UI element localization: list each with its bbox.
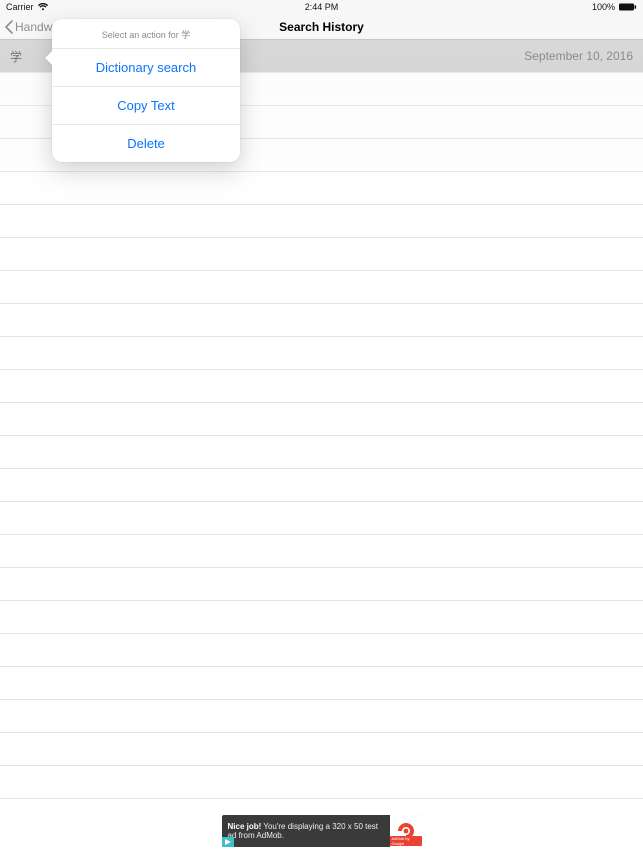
popover-title: Select an action for 学 <box>52 19 240 49</box>
list-item-empty <box>0 667 643 700</box>
adchoices-icon[interactable] <box>222 837 234 847</box>
list-item-empty <box>0 502 643 535</box>
carrier-label: Carrier <box>6 2 34 12</box>
status-bar: Carrier 2:44 PM 100% <box>0 0 643 14</box>
status-bar-left: Carrier <box>6 2 48 12</box>
list-item-empty <box>0 568 643 601</box>
list-item-empty <box>0 469 643 502</box>
list-item-empty <box>0 634 643 667</box>
ad-banner[interactable]: Nice job! You're displaying a 320 x 50 t… <box>222 815 422 847</box>
popover-item-delete[interactable]: Delete <box>52 125 240 162</box>
back-button[interactable]: Handw <box>0 20 52 34</box>
back-label: Handw <box>15 20 52 34</box>
list-item-empty <box>0 403 643 436</box>
battery-pct: 100% <box>592 2 615 12</box>
popover-title-prefix: Select an action for <box>102 30 182 40</box>
list-item-empty <box>0 271 643 304</box>
list-item-empty <box>0 370 643 403</box>
popover-title-char: 学 <box>181 30 190 40</box>
page-title: Search History <box>279 20 364 34</box>
popover-item-dictionary-search[interactable]: Dictionary search <box>52 49 240 87</box>
list-item-empty <box>0 304 643 337</box>
list-item-date: September 10, 2016 <box>524 49 633 63</box>
list-item-empty <box>0 172 643 205</box>
list-item-empty <box>0 205 643 238</box>
list-item-empty <box>0 601 643 634</box>
ad-text: Nice job! You're displaying a 320 x 50 t… <box>222 822 390 840</box>
list-item-empty <box>0 733 643 766</box>
list-item-empty <box>0 238 643 271</box>
chevron-left-icon <box>4 20 13 34</box>
status-bar-right: 100% <box>592 2 637 12</box>
list-item-char: 学 <box>10 48 22 65</box>
list-item-empty <box>0 436 643 469</box>
ad-bold: Nice job! <box>228 822 262 831</box>
list-item-empty <box>0 700 643 733</box>
status-bar-time: 2:44 PM <box>305 2 339 12</box>
wifi-icon <box>38 3 48 11</box>
admob-icon: AdMob by Google <box>390 815 422 847</box>
list-item-empty <box>0 337 643 370</box>
battery-icon <box>619 3 637 11</box>
list-item-empty <box>0 766 643 799</box>
ad-subtext: AdMob by Google <box>390 836 422 846</box>
list-item-empty <box>0 535 643 568</box>
popover-item-copy-text[interactable]: Copy Text <box>52 87 240 125</box>
action-popover: Select an action for 学 Dictionary search… <box>52 19 240 162</box>
